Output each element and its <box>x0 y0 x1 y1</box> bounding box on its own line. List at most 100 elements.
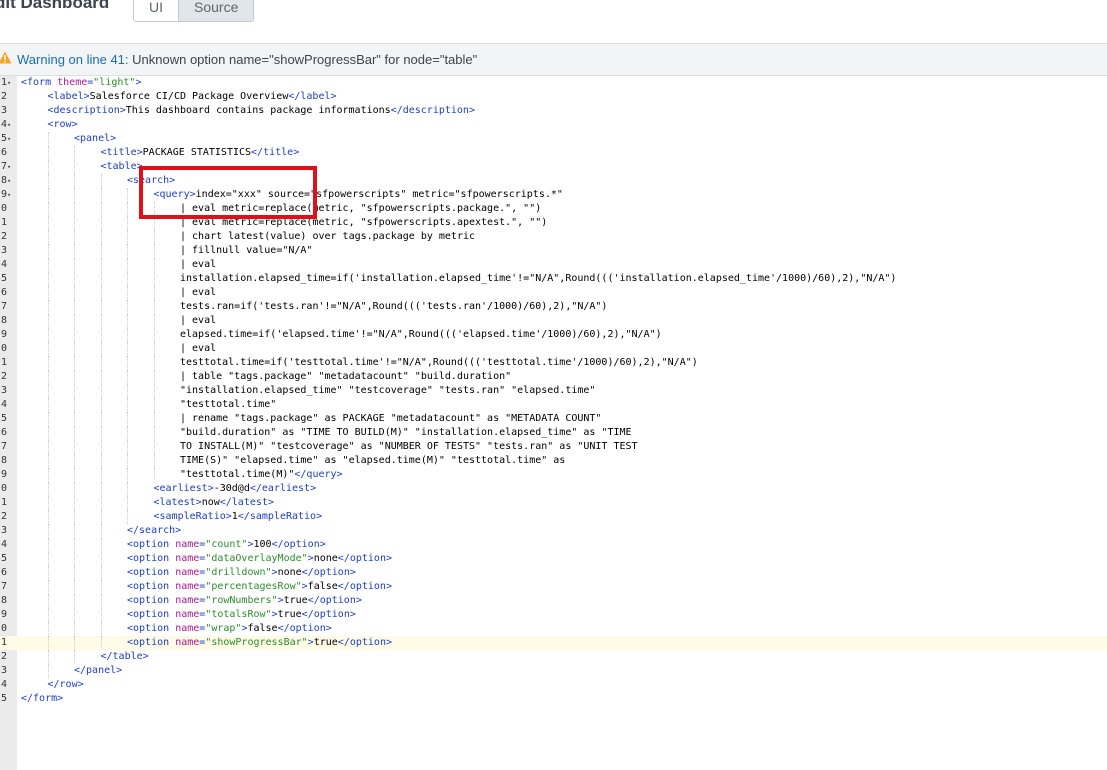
fold-toggle-icon[interactable]: ▾ <box>7 174 17 188</box>
code-line[interactable]: 7 ▾ <table> <box>0 160 1107 174</box>
fold-toggle-icon[interactable]: ▾ <box>7 160 17 174</box>
code-text: </row> <box>47 679 84 690</box>
code-line[interactable]: 2 <sampleRatio>1</sampleRatio> <box>0 510 1107 524</box>
code-line[interactable]: 1 <option name="showProgressBar">true</op… <box>0 636 1107 650</box>
line-number: 2 <box>0 91 7 102</box>
code-line[interactable]: 0 <option name="wrap">false</option> <box>0 622 1107 636</box>
line-number: 4 <box>0 399 7 410</box>
code-text: tests.ran=if('tests.ran'!="N/A",Round(((… <box>21 300 607 314</box>
code-line[interactable]: 0 | eval <box>0 342 1107 356</box>
code-line[interactable]: 5 </form> <box>0 692 1107 706</box>
code-line[interactable]: 6 <title>PACKAGE STATISTICS</title> <box>0 146 1107 160</box>
code-text: <option name="totalsRow">true</option> <box>21 608 356 622</box>
code-text: <option name="rowNumbers">true</option> <box>21 594 362 608</box>
line-number: 9 <box>0 329 7 340</box>
code-line[interactable]: 3 "installation.elapsed_time" "testcovera… <box>0 384 1107 398</box>
code-line[interactable]: 7 tests.ran=if('tests.ran'!="N/A",Round((… <box>0 300 1107 314</box>
code-line[interactable]: 9 <option name="totalsRow">true</option> <box>0 608 1107 622</box>
code-text: </table> <box>21 650 149 664</box>
code-text: <query>index="xxx" source="sfpowerscript… <box>21 188 563 202</box>
code-line[interactable]: 4 ▾ <row> <box>0 118 1107 132</box>
code-line[interactable]: 4 | eval <box>0 258 1107 272</box>
code-text: <option name="drilldown">none</option> <box>21 566 356 580</box>
code-line[interactable]: 4 </row> <box>0 678 1107 692</box>
code-text: "build.duration" as "TIME TO BUILD(M)" "… <box>21 426 632 440</box>
code-line[interactable]: 9 ▾ <query>index="xxx" source="sfpowerscri… <box>0 188 1107 202</box>
code-text: <search> <box>21 174 175 188</box>
line-number: 0 <box>0 203 7 214</box>
code-text: <option name="count">100</option> <box>21 538 326 552</box>
tab-source[interactable]: Source <box>178 0 254 21</box>
code-line[interactable]: 6 <option name="drilldown">none</option> <box>0 566 1107 580</box>
line-number: 6 <box>0 567 7 578</box>
code-line[interactable]: 6 "build.duration" as "TIME TO BUILD(M)" … <box>0 426 1107 440</box>
line-number: 5 <box>0 553 7 564</box>
tab-ui[interactable]: UI <box>134 0 178 21</box>
code-text: <table> <box>21 160 143 174</box>
line-number: 1 <box>0 357 7 368</box>
source-code-editor[interactable]: 1 ▾ <form theme="light"> 2 <label>Salesforce… <box>0 76 1107 770</box>
fold-toggle-icon[interactable]: ▾ <box>7 118 17 132</box>
code-text: <row> <box>47 119 78 130</box>
code-line[interactable]: 4 <option name="count">100</option> <box>0 538 1107 552</box>
fold-toggle-icon[interactable]: ▾ <box>7 132 17 146</box>
warning-message: Warning on line 41: Unknown option name=… <box>17 52 477 67</box>
line-number: 3 <box>0 245 7 256</box>
line-number: 3 <box>0 665 7 676</box>
code-line[interactable]: 1 ▾ <form theme="light"> <box>0 76 1107 90</box>
code-text: "testtotal.time(M)"</query> <box>21 468 343 482</box>
code-text: elapsed.time=if('elapsed.time'!="N/A",Ro… <box>21 328 662 342</box>
code-text: | table "tags.package" "metadatacount" "… <box>21 370 511 384</box>
code-line[interactable]: 0 | eval metric=replace(metric, "sfpowers… <box>0 202 1107 216</box>
line-number: 2 <box>0 651 7 662</box>
line-number: 8 <box>0 175 7 186</box>
code-line[interactable]: 2 | table "tags.package" "metadatacount" … <box>0 370 1107 384</box>
code-line[interactable]: 1 testtotal.time=if('testtotal.time'!="N/… <box>0 356 1107 370</box>
code-text: <title>PACKAGE STATISTICS</title> <box>21 146 299 160</box>
code-line[interactable]: 5 <option name="dataOverlayMode">none</op… <box>0 552 1107 566</box>
line-number: 4 <box>0 539 7 550</box>
code-line[interactable]: 9 "testtotal.time(M)"</query> <box>0 468 1107 482</box>
code-line[interactable]: 3 <description>This dashboard contains pa… <box>0 104 1107 118</box>
code-text: </form> <box>21 693 64 704</box>
code-line[interactable]: 7 TO INSTALL(M)" "testcoverage" as "NUMBE… <box>0 440 1107 454</box>
code-line[interactable]: 8 <option name="rowNumbers">true</option> <box>0 594 1107 608</box>
code-line[interactable]: 3 | fillnull value="N/A" <box>0 244 1107 258</box>
line-number: 8 <box>0 315 7 326</box>
code-line[interactable]: 2 | chart latest(value) over tags.package… <box>0 230 1107 244</box>
line-number: 9 <box>0 609 7 620</box>
code-line[interactable]: 8 ▾ <search> <box>0 174 1107 188</box>
code-line[interactable]: 5 installation.elapsed_time=if('installat… <box>0 272 1107 286</box>
code-text: TO INSTALL(M)" "testcoverage" as "NUMBER… <box>21 440 638 454</box>
line-number: 6 <box>0 427 7 438</box>
code-text: | rename "tags.package" as PACKAGE "meta… <box>21 412 601 426</box>
line-number: 9 <box>0 469 7 480</box>
code-line[interactable]: 3 </search> <box>0 524 1107 538</box>
line-number: 3 <box>0 525 7 536</box>
line-number: 9 <box>0 189 7 200</box>
code-line[interactable]: 2 <label>Salesforce CI/CD Package Overvie… <box>0 90 1107 104</box>
code-line[interactable]: 2 </table> <box>0 650 1107 664</box>
line-number: 0 <box>0 623 7 634</box>
code-line[interactable]: 9 elapsed.time=if('elapsed.time'!="N/A",R… <box>0 328 1107 342</box>
code-text: <sampleRatio>1</sampleRatio> <box>21 510 322 524</box>
code-line[interactable]: 1 | eval metric=replace(metric, "sfpowers… <box>0 216 1107 230</box>
fold-toggle-icon[interactable]: ▾ <box>7 76 17 90</box>
code-line[interactable]: 0 <earliest>-30d@d</earliest> <box>0 482 1107 496</box>
code-line[interactable]: 5 ▾ <panel> <box>0 132 1107 146</box>
code-text: </panel> <box>21 664 122 678</box>
line-number: 8 <box>0 455 7 466</box>
code-line[interactable]: 3 </panel> <box>0 664 1107 678</box>
code-text: <option name="dataOverlayMode">none</opt… <box>21 552 392 566</box>
code-line[interactable]: 4 "testtotal.time" <box>0 398 1107 412</box>
code-line[interactable]: 5 | rename "tags.package" as PACKAGE "met… <box>0 412 1107 426</box>
code-line[interactable]: 8 TIME(S)" "elapsed.time" as "elapsed.tim… <box>0 454 1107 468</box>
code-text: <panel> <box>21 132 116 146</box>
code-line[interactable]: 7 <option name="percentagesRow">false</op… <box>0 580 1107 594</box>
code-line[interactable]: 8 | eval <box>0 314 1107 328</box>
code-line[interactable]: 1 <latest>now</latest> <box>0 496 1107 510</box>
editor-header: dit Dashboard UI Source <box>0 0 1107 42</box>
code-line[interactable]: 6 | eval <box>0 286 1107 300</box>
fold-toggle-icon[interactable]: ▾ <box>7 188 17 202</box>
view-mode-toggle: UI Source <box>133 0 255 22</box>
